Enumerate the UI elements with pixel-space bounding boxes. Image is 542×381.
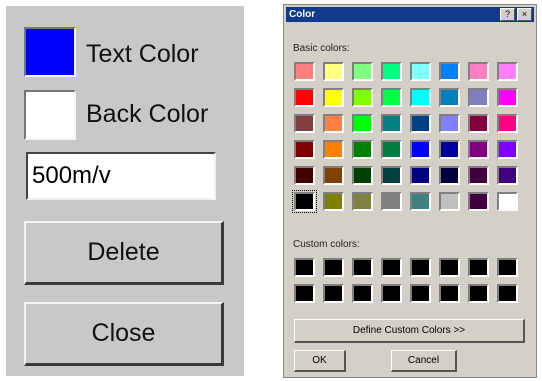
basic-color-swatch[interactable]	[410, 166, 431, 185]
scale-value-input[interactable]	[26, 152, 216, 200]
custom-colors-grid	[294, 258, 518, 303]
basic-color-swatch[interactable]	[381, 114, 402, 133]
text-color-swatch[interactable]	[24, 27, 76, 77]
basic-color-swatch[interactable]	[468, 166, 489, 185]
custom-color-swatch[interactable]	[381, 284, 402, 303]
custom-color-swatch[interactable]	[497, 258, 518, 277]
basic-color-swatch[interactable]	[294, 166, 315, 185]
basic-color-swatch[interactable]	[439, 88, 460, 107]
basic-color-swatch[interactable]	[439, 192, 460, 211]
custom-color-swatch[interactable]	[497, 284, 518, 303]
basic-color-swatch[interactable]	[352, 114, 373, 133]
basic-color-swatch[interactable]	[381, 140, 402, 159]
basic-color-swatch[interactable]	[497, 166, 518, 185]
basic-color-swatch[interactable]	[410, 114, 431, 133]
basic-colors-label: Basic colors:	[293, 43, 350, 54]
color-dialog: Color ? × Basic colors: Custom colors: D…	[283, 4, 537, 378]
basic-color-swatch[interactable]	[468, 114, 489, 133]
custom-color-swatch[interactable]	[410, 284, 431, 303]
custom-color-swatch[interactable]	[352, 284, 373, 303]
basic-color-swatch[interactable]	[468, 192, 489, 211]
custom-color-swatch[interactable]	[468, 258, 489, 277]
basic-color-swatch[interactable]	[381, 62, 402, 81]
close-icon[interactable]: ×	[517, 8, 532, 21]
cancel-button[interactable]: Cancel	[391, 350, 457, 372]
basic-color-swatch[interactable]	[292, 190, 317, 213]
basic-color-swatch[interactable]	[323, 192, 344, 211]
basic-color-swatch[interactable]	[410, 62, 431, 81]
basic-color-swatch[interactable]	[497, 114, 518, 133]
basic-color-swatch[interactable]	[294, 88, 315, 107]
back-color-swatch[interactable]	[24, 90, 76, 140]
custom-colors-label: Custom colors:	[293, 239, 360, 250]
basic-color-swatch[interactable]	[323, 140, 344, 159]
basic-colors-grid	[292, 62, 518, 213]
custom-color-swatch[interactable]	[294, 258, 315, 277]
basic-color-swatch[interactable]	[323, 166, 344, 185]
custom-color-swatch[interactable]	[468, 284, 489, 303]
basic-color-swatch[interactable]	[410, 88, 431, 107]
custom-color-swatch[interactable]	[323, 284, 344, 303]
basic-color-swatch[interactable]	[468, 88, 489, 107]
basic-color-swatch[interactable]	[410, 140, 431, 159]
close-button[interactable]: Close	[24, 302, 224, 366]
basic-color-swatch[interactable]	[323, 88, 344, 107]
basic-color-swatch[interactable]	[352, 140, 373, 159]
delete-button[interactable]: Delete	[24, 221, 224, 285]
custom-color-swatch[interactable]	[410, 258, 431, 277]
basic-color-swatch[interactable]	[468, 62, 489, 81]
custom-color-swatch[interactable]	[439, 258, 460, 277]
back-color-label: Back Color	[86, 100, 209, 128]
basic-color-swatch[interactable]	[352, 192, 373, 211]
basic-color-swatch[interactable]	[410, 192, 431, 211]
basic-color-swatch[interactable]	[323, 62, 344, 81]
basic-color-swatch[interactable]	[294, 140, 315, 159]
text-color-label: Text Color	[86, 40, 199, 68]
basic-color-swatch[interactable]	[439, 62, 460, 81]
custom-color-swatch[interactable]	[323, 258, 344, 277]
custom-color-swatch[interactable]	[294, 284, 315, 303]
basic-color-swatch[interactable]	[381, 166, 402, 185]
basic-color-swatch[interactable]	[439, 140, 460, 159]
color-settings-panel: Text Color Back Color Delete Close	[6, 6, 244, 376]
basic-color-swatch[interactable]	[352, 62, 373, 81]
basic-color-swatch[interactable]	[497, 140, 518, 159]
dialog-titlebar: Color ? ×	[286, 7, 534, 22]
custom-color-swatch[interactable]	[352, 258, 373, 277]
basic-color-swatch[interactable]	[497, 192, 518, 211]
basic-color-swatch[interactable]	[381, 88, 402, 107]
define-custom-colors-button[interactable]: Define Custom Colors >>	[294, 319, 525, 343]
dialog-title: Color	[289, 9, 316, 20]
basic-color-swatch[interactable]	[381, 192, 402, 211]
basic-color-swatch[interactable]	[352, 88, 373, 107]
basic-color-swatch[interactable]	[294, 62, 315, 81]
basic-color-swatch[interactable]	[294, 114, 315, 133]
basic-color-swatch[interactable]	[439, 166, 460, 185]
basic-color-swatch[interactable]	[497, 88, 518, 107]
basic-color-swatch[interactable]	[352, 166, 373, 185]
basic-color-swatch[interactable]	[323, 114, 344, 133]
custom-color-swatch[interactable]	[381, 258, 402, 277]
help-icon[interactable]: ?	[500, 8, 515, 21]
basic-color-swatch[interactable]	[439, 114, 460, 133]
basic-color-swatch[interactable]	[497, 62, 518, 81]
basic-color-swatch[interactable]	[468, 140, 489, 159]
custom-color-swatch[interactable]	[439, 284, 460, 303]
ok-button[interactable]: OK	[294, 350, 346, 372]
